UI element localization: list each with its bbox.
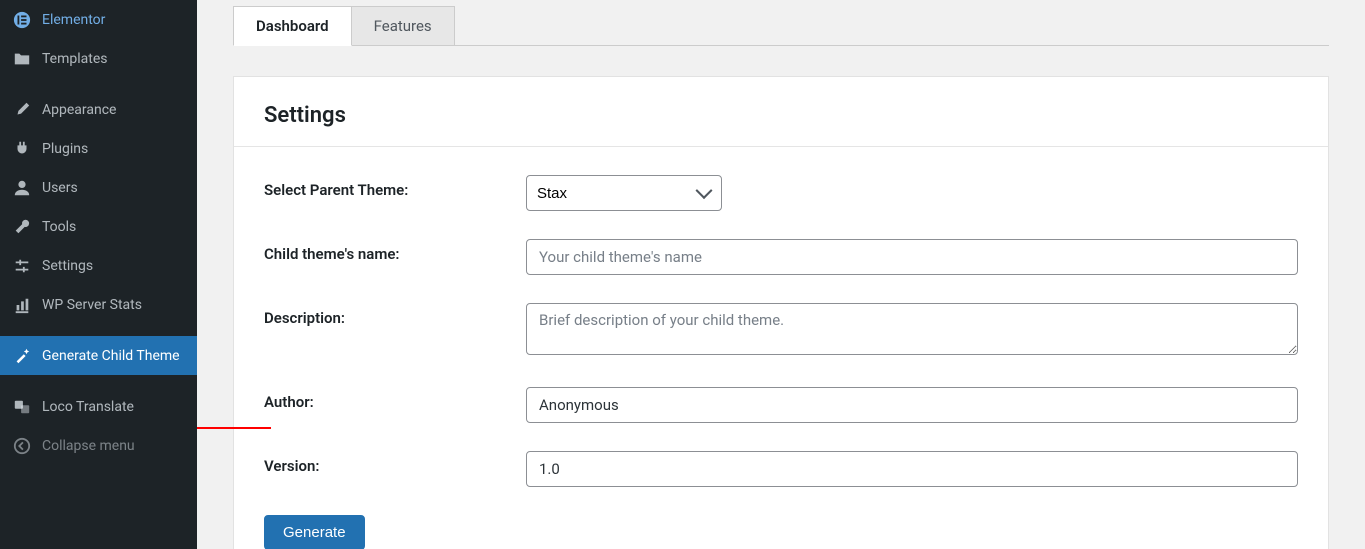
sidebar-separator <box>0 78 197 90</box>
tab-features[interactable]: Features <box>352 6 455 46</box>
sidebar-item-label: Appearance <box>42 99 187 119</box>
version-label: Version: <box>264 451 526 475</box>
user-icon <box>12 178 32 198</box>
sidebar-item-collapse-menu[interactable]: Collapse menu <box>0 426 197 465</box>
sidebar-item-loco-translate[interactable]: Loco Translate <box>0 387 197 426</box>
settings-panel: Settings Select Parent Theme: Stax Child… <box>233 76 1329 549</box>
sidebar-item-label: WP Server Stats <box>42 294 187 314</box>
generate-button[interactable]: Generate <box>264 515 365 549</box>
folder-icon <box>12 49 32 69</box>
sidebar-item-templates[interactable]: Templates <box>0 39 197 78</box>
sidebar-item-label: Users <box>42 177 187 197</box>
row-version: Version: <box>264 451 1298 487</box>
version-input[interactable] <box>526 451 1298 487</box>
row-child-name: Child theme's name: <box>264 239 1298 275</box>
sidebar-item-label: Settings <box>42 255 187 275</box>
sidebar-item-label: Plugins <box>42 138 187 158</box>
sidebar-item-plugins[interactable]: Plugins <box>0 129 197 168</box>
sidebar-item-generate-child-theme[interactable]: Generate Child Theme <box>0 336 197 375</box>
row-description: Description: <box>264 303 1298 359</box>
elementor-icon <box>12 10 32 30</box>
sidebar-separator <box>0 375 197 387</box>
chart-icon <box>12 295 32 315</box>
sidebar-item-label: Elementor <box>42 9 187 29</box>
author-label: Author: <box>264 387 526 411</box>
plug-icon <box>12 139 32 159</box>
sidebar-item-settings[interactable]: Settings <box>0 246 197 285</box>
sidebar-separator <box>0 324 197 336</box>
parent-theme-label: Select Parent Theme: <box>264 175 526 199</box>
panel-heading: Settings <box>264 103 1298 128</box>
tab-dashboard[interactable]: Dashboard <box>233 6 352 46</box>
main-content: Dashboard Features Settings Select Paren… <box>197 0 1365 549</box>
sliders-icon <box>12 256 32 276</box>
page-tabs: Dashboard Features <box>233 6 1329 46</box>
admin-sidebar: Elementor Templates Appearance Plugins U… <box>0 0 197 549</box>
sidebar-item-label: Tools <box>42 216 187 236</box>
translate-icon <box>12 397 32 417</box>
description-label: Description: <box>264 303 526 327</box>
collapse-icon <box>12 436 32 456</box>
parent-theme-select[interactable]: Stax <box>526 175 722 211</box>
description-textarea[interactable] <box>526 303 1298 355</box>
row-parent-theme: Select Parent Theme: Stax <box>264 175 1298 211</box>
panel-divider <box>234 146 1328 147</box>
wand-icon <box>12 346 32 366</box>
sidebar-item-appearance[interactable]: Appearance <box>0 90 197 129</box>
sidebar-item-users[interactable]: Users <box>0 168 197 207</box>
author-input[interactable] <box>526 387 1298 423</box>
sidebar-item-label: Generate Child Theme <box>42 345 187 365</box>
sidebar-item-wp-server-stats[interactable]: WP Server Stats <box>0 285 197 324</box>
child-name-input[interactable] <box>526 239 1298 275</box>
wrench-icon <box>12 217 32 237</box>
sidebar-item-elementor[interactable]: Elementor <box>0 0 197 39</box>
row-author: Author: <box>264 387 1298 423</box>
child-name-label: Child theme's name: <box>264 239 526 263</box>
sidebar-item-tools[interactable]: Tools <box>0 207 197 246</box>
sidebar-item-label: Loco Translate <box>42 396 187 416</box>
brush-icon <box>12 100 32 120</box>
sidebar-item-label: Templates <box>42 48 187 68</box>
sidebar-item-label: Collapse menu <box>42 435 187 455</box>
